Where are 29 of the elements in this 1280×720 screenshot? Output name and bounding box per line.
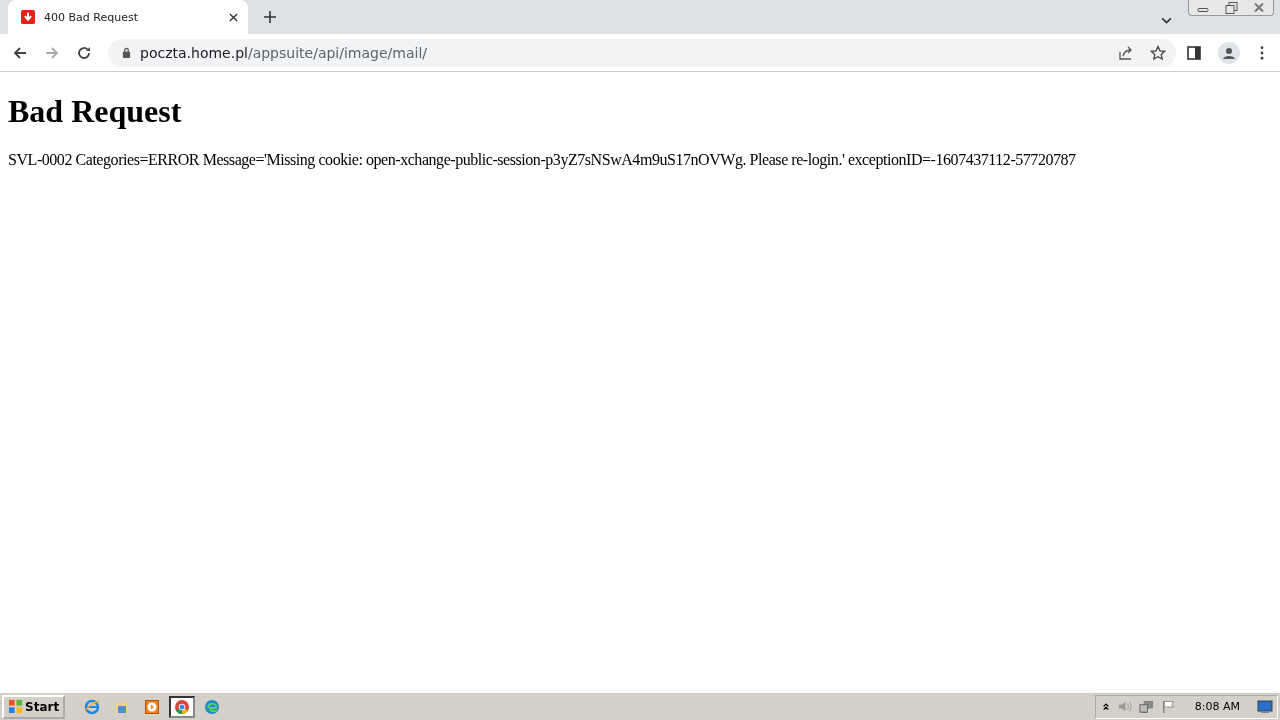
error-message: SVL-0002 Categories=ERROR Message='Missing cookie: open-xchange-public-session-p3yZ7sNSwA4m9uS17nOVWg. Please re-login.' exceptionID=-1607437112-57720787 — [8, 151, 1077, 169]
profile-icon[interactable] — [1218, 41, 1240, 64]
windows-logo-icon — [8, 699, 23, 714]
favicon-icon — [21, 10, 35, 24]
share-icon[interactable] — [1118, 44, 1134, 61]
browser-e-icon — [84, 698, 101, 715]
media-player-icon — [144, 698, 161, 715]
menu-icon[interactable] — [1260, 45, 1264, 60]
new-tab-icon[interactable] — [264, 11, 276, 23]
close-tab-icon[interactable] — [229, 12, 238, 22]
star-icon[interactable] — [1150, 44, 1166, 61]
tab-title: 400 Bad Request — [44, 10, 139, 24]
clock: 8:08 AM — [1194, 700, 1240, 713]
show-desktop-icon[interactable] — [1257, 699, 1273, 714]
network-icon[interactable] — [1138, 699, 1154, 714]
reload-icon[interactable] — [76, 44, 92, 61]
taskbar-app[interactable] — [169, 695, 196, 718]
address-bar[interactable]: poczta.home.pl/appsuite/api/image/mail/ — [108, 38, 1176, 67]
chrome-icon — [174, 698, 191, 715]
browser-tab[interactable]: 400 Bad Request — [8, 0, 248, 34]
lock-icon[interactable] — [122, 47, 131, 58]
flag-icon[interactable] — [1160, 699, 1176, 714]
side-panel-icon[interactable] — [1186, 44, 1202, 61]
chevron-down-icon[interactable] — [1161, 17, 1172, 24]
url-text: poczta.home.pl/appsuite/api/image/mail/ — [140, 44, 427, 61]
start-button[interactable]: Start — [2, 694, 66, 719]
page-heading: Bad Request — [8, 93, 183, 130]
back-icon[interactable] — [12, 44, 28, 61]
edge-icon — [204, 698, 221, 715]
